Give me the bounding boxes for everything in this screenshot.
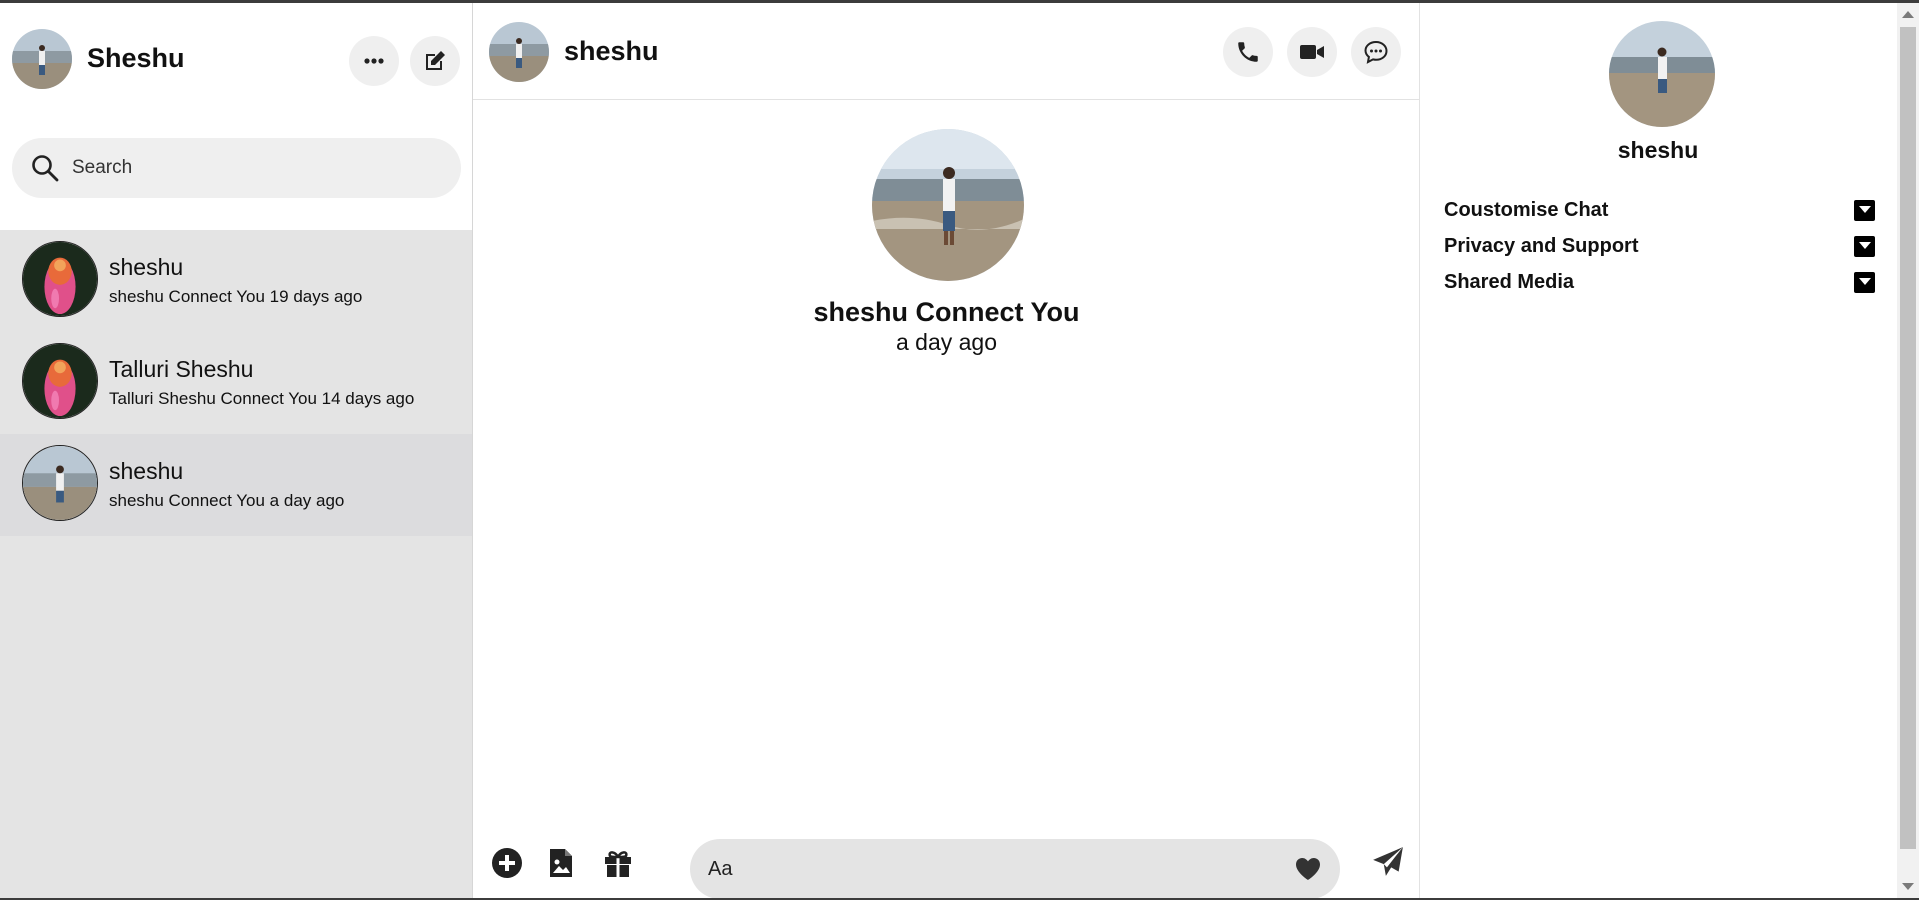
beach-photo-icon [23,446,97,520]
scrollbar-thumb[interactable] [1900,27,1916,849]
message-composer [473,829,1420,899]
compose-button[interactable] [410,36,460,86]
user-avatar[interactable] [12,29,72,89]
chat-options-button[interactable] [1351,27,1401,77]
intro-time: a day ago [895,329,998,355]
chat-avatar[interactable] [489,22,549,82]
messenger-app: Sheshu Search sheshu sheshu Connect You … [0,3,1897,899]
section-label: Shared Media [1444,270,1575,293]
chevron-down-icon[interactable] [1854,235,1875,257]
beach-photo-icon [1609,21,1715,127]
search-input[interactable] [72,157,432,179]
conversation-item-active[interactable]: sheshu sheshu Connect You a day ago [0,434,472,536]
chevron-down-icon[interactable] [1854,199,1875,221]
message-box[interactable] [690,839,1340,899]
scroll-up-arrow[interactable] [1902,11,1914,18]
info-name: sheshu [1617,137,1699,163]
beach-photo-icon [872,129,1024,281]
intro-name: sheshu Connect You [813,297,1080,327]
voice-call-button[interactable] [1223,27,1273,77]
video-call-button[interactable] [1287,27,1337,77]
conversation-avatar [22,343,98,419]
conversation-name: sheshu [109,458,184,484]
compose-icon [426,51,445,70]
beach-photo-icon [12,29,72,89]
conversation-preview: sheshu Connect You a day ago [109,491,345,510]
search-area [0,113,472,230]
sidebar-title: Sheshu [87,43,185,73]
send-icon[interactable] [1371,845,1405,879]
more-options-button[interactable] [349,36,399,86]
phone-icon [1238,42,1258,62]
heart-icon[interactable] [1294,855,1322,883]
gift-icon[interactable] [602,847,634,879]
info-avatar [1609,21,1715,127]
conversation-preview: sheshu Connect You 19 days ago [109,287,363,306]
section-privacy-support[interactable]: Privacy and Support [1444,232,1875,260]
section-label: Privacy and Support [1444,234,1639,257]
section-shared-media[interactable]: Shared Media [1444,268,1875,296]
search-box[interactable] [12,138,461,198]
conversation-avatar [22,445,98,521]
contact-info-panel: sheshu Coustomise Chat Privacy and Suppo… [1420,3,1896,898]
chat-title: sheshu [564,36,659,66]
section-customise-chat[interactable]: Coustomise Chat [1444,196,1875,224]
image-file-icon[interactable] [545,847,577,879]
contact-intro-avatar [872,129,1024,281]
search-icon [32,155,59,182]
beach-photo-icon [489,22,549,82]
flower-photo-icon [23,242,97,316]
scroll-down-arrow[interactable] [1902,883,1914,890]
conversation-name: sheshu [109,254,184,280]
sidebar-header: Sheshu [0,3,472,113]
chat-header: sheshu [473,3,1419,100]
video-icon [1300,45,1324,59]
message-input[interactable] [708,857,1268,881]
conversation-sidebar: Sheshu Search sheshu sheshu Connect You … [0,3,473,898]
more-horizontal-icon [364,58,384,64]
chat-pane: sheshu sheshu Connect You a day ago Aa [473,3,1420,899]
section-label: Coustomise Chat [1444,198,1609,221]
conversation-preview: Talluri Sheshu Connect You 14 days ago [109,389,415,408]
plus-circle-icon[interactable] [491,847,523,879]
conversation-item[interactable]: Talluri Sheshu Talluri Sheshu Connect Yo… [0,332,472,434]
conversation-name: Talluri Sheshu [109,356,254,382]
conversation-item[interactable]: sheshu sheshu Connect You 19 days ago [0,230,472,332]
chat-bubble-icon [1364,40,1388,64]
page-scrollbar[interactable] [1897,3,1919,898]
flower-photo-icon [23,344,97,418]
conversation-avatar [22,241,98,317]
chevron-down-icon[interactable] [1854,271,1875,293]
